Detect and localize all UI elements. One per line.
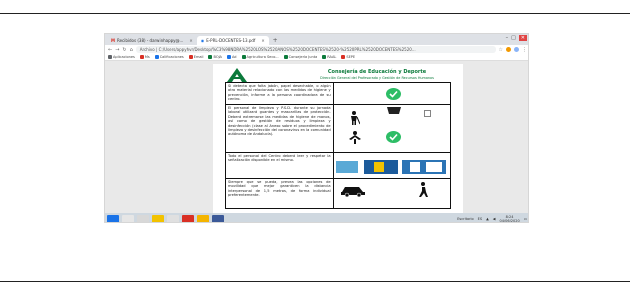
table-row: Si detecta que falta jabón, papel desech… xyxy=(225,82,452,105)
bookmark-icon xyxy=(241,55,246,59)
chrome-icon[interactable] xyxy=(197,214,209,222)
search-icon[interactable] xyxy=(122,214,134,222)
bookmark-icon xyxy=(322,55,327,59)
system-tray: Escritorio ES ▲ ◀ 8:24 04/06/2020 ▭ xyxy=(457,214,527,223)
globe-icon: ◉ xyxy=(200,38,205,43)
taskbar-app-icon[interactable] xyxy=(212,214,224,222)
volume-icon[interactable]: ◀ xyxy=(493,217,496,221)
pictogram-cell xyxy=(332,178,452,209)
table-row: Todo el personal del Centro deberá leer … xyxy=(225,152,452,179)
bookmark-icon xyxy=(139,55,144,59)
network-icon[interactable]: ▲ xyxy=(486,217,489,221)
tab-gmail[interactable]: M Recibidos (38) - darwinhappy@... ✕ xyxy=(107,36,197,45)
bookmark-item[interactable]: BOJA xyxy=(208,55,222,59)
bookmark-icon xyxy=(208,55,213,59)
walking-icon xyxy=(418,182,428,197)
tab-label: Recibidos (38) - darwinhappy@... xyxy=(116,38,184,43)
bookmark-icon xyxy=(226,55,231,59)
url-input[interactable]: Archivo | C:/Users/appyhvr/Desktop/%C3%9… xyxy=(135,46,496,53)
cleaner-icon xyxy=(350,111,360,125)
screenshot-page: M Recibidos (38) - darwinhappy@... ✕ ◉ E… xyxy=(0,0,630,298)
bookmark-icon xyxy=(188,55,193,59)
file-explorer-icon[interactable] xyxy=(152,214,164,222)
minimize-icon[interactable]: – xyxy=(506,35,509,41)
junta-logo xyxy=(227,68,247,82)
person-cleaning-icon xyxy=(348,131,361,144)
document-subtitle: Dirección General del Profesorado y Gest… xyxy=(320,76,434,80)
bookmark-item[interactable]: Email xyxy=(188,55,203,59)
maximize-icon[interactable]: □ xyxy=(511,35,516,41)
tab-strip: M Recibidos (38) - darwinhappy@... ✕ ◉ E… xyxy=(105,34,528,45)
home-icon[interactable]: ⌂ xyxy=(130,47,133,53)
taskbar-app-icon[interactable] xyxy=(167,214,179,222)
bookmark-icon xyxy=(283,55,288,59)
task-view-icon[interactable] xyxy=(137,214,149,222)
bookmark-icon xyxy=(341,55,346,59)
pictogram-cell xyxy=(332,104,452,153)
bookmark-item[interactable]: Consejería Junta xyxy=(283,55,317,59)
bookmark-item[interactable]: Agricultura Seco... xyxy=(241,55,279,59)
close-tab-icon[interactable]: ✕ xyxy=(189,38,192,43)
bottom-divider xyxy=(0,281,630,282)
bookmark-item[interactable]: RAAL xyxy=(322,55,336,59)
pdf-page: Consejería de Educación y Deporte Direcc… xyxy=(213,64,463,213)
bookmark-icon xyxy=(154,55,159,59)
new-tab-button[interactable]: + xyxy=(269,36,282,45)
tab-label: E-PRL-DOCENTES-13.pdf xyxy=(206,38,256,43)
measures-table: Si detecta que falta jabón, papel desech… xyxy=(225,82,452,209)
office-icon[interactable] xyxy=(182,214,194,222)
extension-icon[interactable] xyxy=(506,47,511,52)
bucket-icon xyxy=(386,107,401,114)
profile-avatar[interactable] xyxy=(514,47,519,52)
row-text: Todo el personal del Centro deberá leer … xyxy=(225,152,334,179)
pictogram-cell xyxy=(332,82,452,105)
document-title: Consejería de Educación y Deporte xyxy=(327,69,427,75)
gmail-icon: M xyxy=(111,38,115,43)
pdf-viewer[interactable]: Consejería de Educación y Deporte Direcc… xyxy=(105,61,528,213)
windows-taskbar: Escritorio ES ▲ ◀ 8:24 04/06/2020 ▭ xyxy=(105,213,528,223)
row-text: Siempre que se pueda, prevea las opcione… xyxy=(225,178,334,209)
table-row: El personal de limpieza y P.S.D. durante… xyxy=(225,104,452,153)
language-indicator[interactable]: ES xyxy=(478,217,482,221)
clock[interactable]: 8:24 04/06/2020 xyxy=(500,215,520,223)
address-bar: ← → ↻ ⌂ Archivo | C:/Users/appyhvr/Deskt… xyxy=(105,45,528,54)
pictogram-cell xyxy=(332,152,452,179)
close-tab-icon[interactable]: ✕ xyxy=(261,38,264,43)
bookmark-item[interactable]: SEPE xyxy=(341,55,355,59)
car-icon xyxy=(340,187,365,197)
notifications-icon[interactable]: ▭ xyxy=(524,217,527,221)
tab-pdf[interactable]: ◉ E-PRL-DOCENTES-13.pdf ✕ xyxy=(196,36,269,45)
menu-icon[interactable]: ⋮ xyxy=(522,47,527,53)
start-button[interactable] xyxy=(107,214,119,222)
star-icon[interactable]: ☆ xyxy=(499,47,503,53)
table-row: Siempre que se pueda, prevea las opcione… xyxy=(225,178,452,209)
top-divider xyxy=(0,13,630,14)
bookmark-item[interactable]: Aplicaciones xyxy=(108,55,135,59)
signage-icon xyxy=(335,160,446,174)
row-text: El personal de limpieza y P.S.D. durante… xyxy=(225,104,334,153)
bookmark-item[interactable]: Ms xyxy=(139,55,150,59)
browser-window: M Recibidos (38) - darwinhappy@... ✕ ◉ E… xyxy=(104,33,529,223)
reload-icon[interactable]: ↻ xyxy=(122,47,126,53)
mask-icon xyxy=(423,110,431,117)
apps-icon xyxy=(108,55,112,59)
bookmark-item[interactable]: Calificaciones xyxy=(154,55,184,59)
close-window-icon[interactable]: ✕ xyxy=(518,35,527,41)
check-icon xyxy=(385,88,401,100)
check-icon xyxy=(385,131,401,143)
window-controls: – □ ✕ xyxy=(506,35,527,41)
clock-date: 04/06/2020 xyxy=(499,218,520,223)
forward-icon[interactable]: → xyxy=(115,47,119,53)
bookmark-item[interactable]: Ad xyxy=(226,55,237,59)
row-text: Si detecta que falta jabón, papel desech… xyxy=(225,82,334,105)
back-icon[interactable]: ← xyxy=(108,47,112,53)
bookmarks-bar: Aplicaciones Ms Calificaciones Email BOJ… xyxy=(105,54,528,61)
tray-label[interactable]: Escritorio xyxy=(457,217,473,221)
